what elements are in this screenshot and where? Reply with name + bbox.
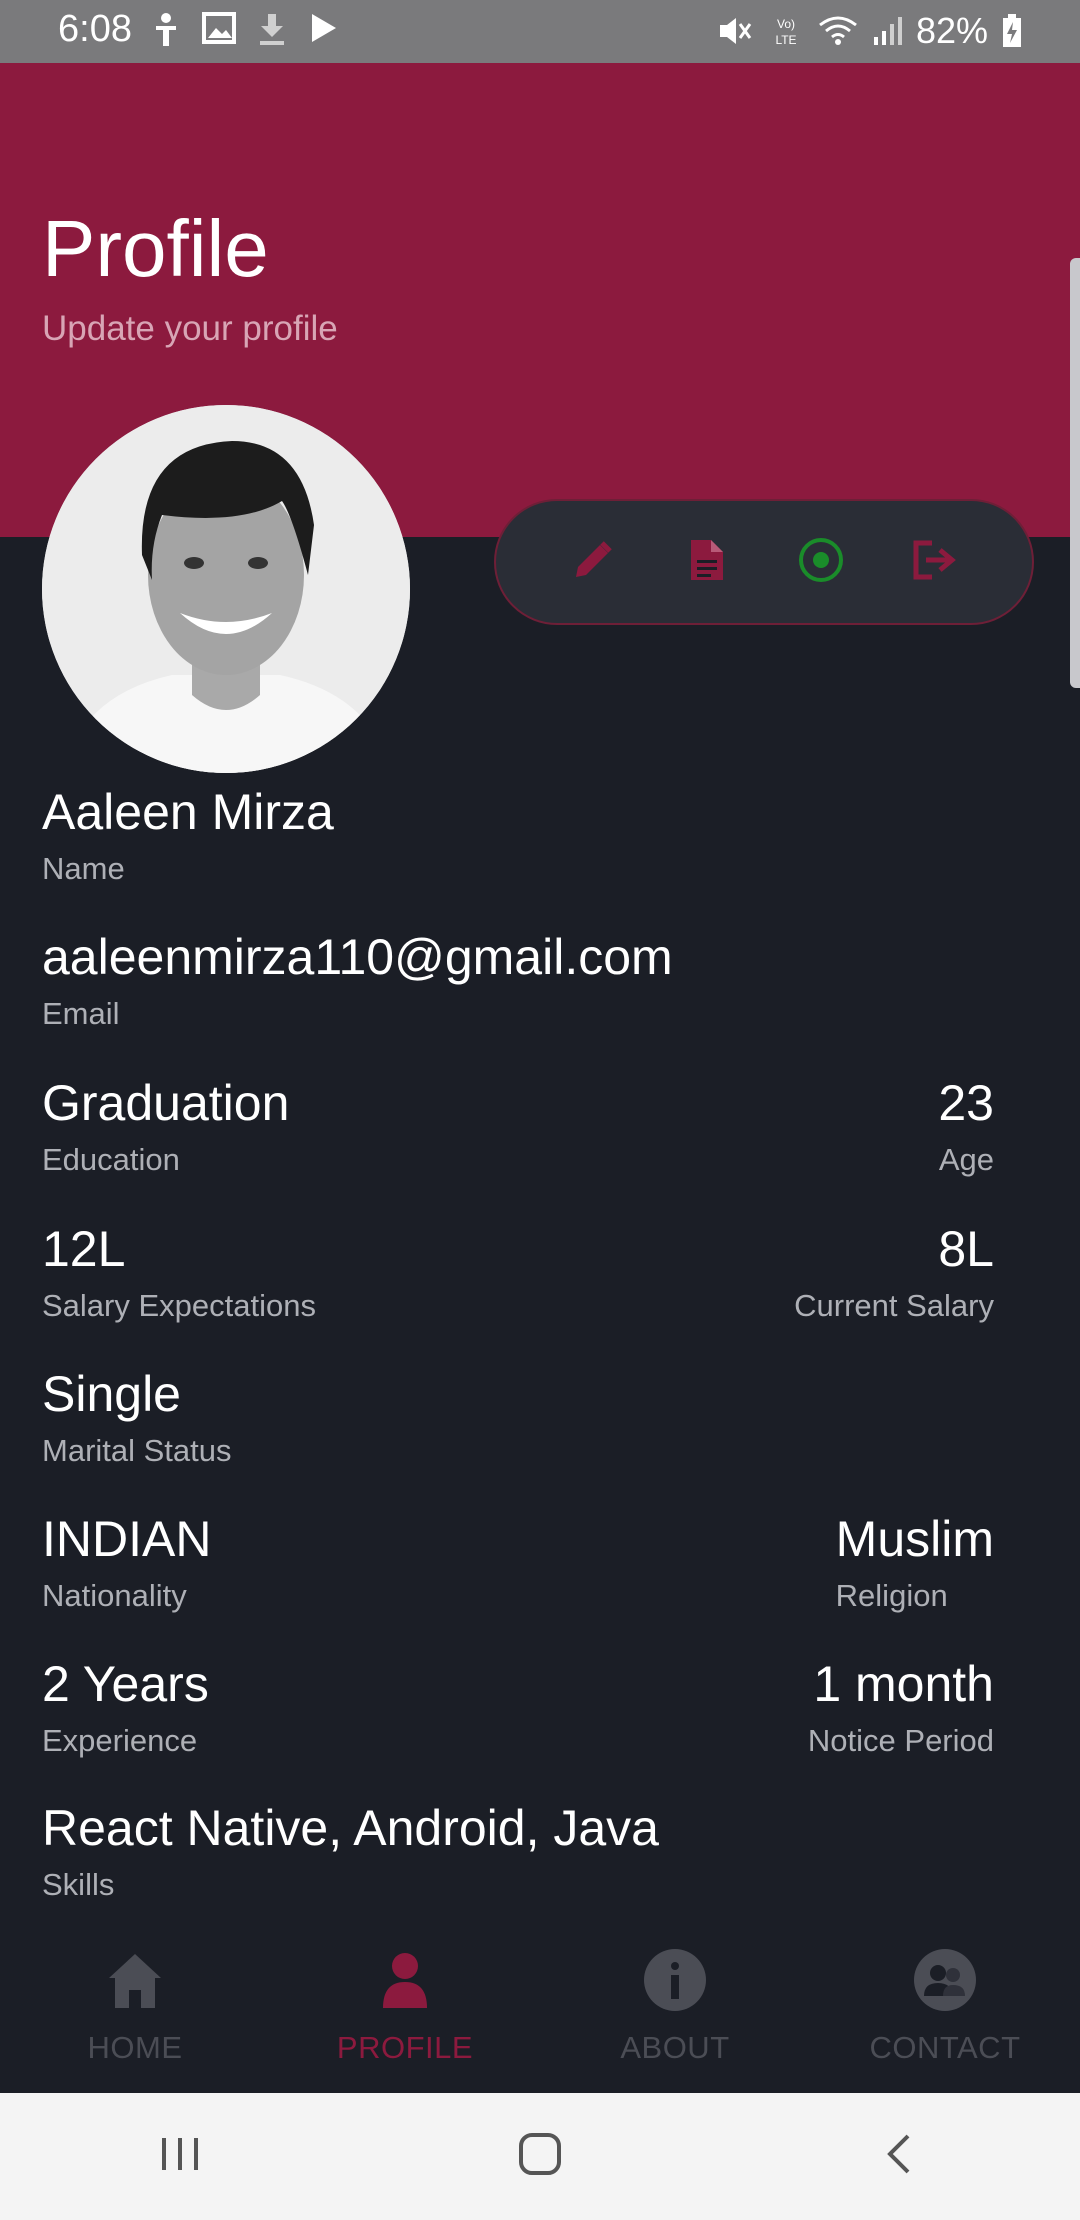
accessibility-icon (152, 12, 180, 48)
page-subtitle: Update your profile (42, 309, 338, 348)
nationality-label: Nationality (42, 1578, 187, 1613)
education-label: Education (42, 1142, 180, 1177)
name-value: Aaleen Mirza (42, 784, 334, 840)
back-icon (882, 2132, 918, 2181)
notice-period-label: Notice Period (807, 1723, 994, 1758)
notice-period-field: 1 month Notice Period (808, 1659, 994, 1756)
age-field: 23 Age (938, 1078, 994, 1175)
avatar-photo (42, 405, 410, 773)
profile-actions (494, 499, 1034, 625)
age-label: Age (938, 1142, 994, 1177)
nationality-value: INDIAN (42, 1511, 212, 1567)
bottom-nav: HOME PROFILE ABOUT CONTACT (0, 1930, 1080, 2093)
person-icon (373, 1948, 437, 2012)
nav-label-contact: CONTACT (869, 2030, 1021, 2065)
home-icon (103, 1948, 167, 2012)
experience-field: 2 Years Experience (42, 1659, 209, 1756)
marital-status-value: Single (42, 1366, 181, 1422)
religion-field: Muslim Religion (836, 1514, 994, 1611)
religion-label: Religion (835, 1578, 948, 1613)
back-button[interactable] (855, 2112, 945, 2202)
nationality-field: INDIAN Nationality (42, 1514, 211, 1611)
home-button-icon (516, 2130, 564, 2183)
age-value: 23 (938, 1075, 994, 1131)
recents-button[interactable] (135, 2112, 225, 2202)
education-value: Graduation (42, 1075, 290, 1131)
marital-status-label: Marital Status (42, 1433, 232, 1468)
radio-dot-icon (797, 536, 845, 589)
battery-percent: 82% (915, 10, 988, 51)
status-button[interactable] (785, 526, 857, 598)
info-icon (643, 1948, 707, 2012)
recents-icon (158, 2134, 202, 2179)
avatar[interactable] (42, 405, 410, 773)
wifi-icon (818, 15, 858, 47)
scrollbar[interactable] (1070, 258, 1080, 688)
status-left-icons (152, 12, 340, 48)
email-label: Email (42, 996, 120, 1031)
status-bar: 6:08 Vo) LTE 82% (0, 0, 1080, 63)
svg-text:LTE: LTE (775, 33, 796, 47)
salary-expectations-value: 12L (42, 1221, 126, 1277)
download-icon (258, 12, 286, 48)
marital-status-field: Single Marital Status (42, 1369, 232, 1466)
status-time: 6:08 (58, 8, 132, 50)
name-field: Aaleen Mirza Name (42, 787, 334, 884)
salary-expectations-label: Salary Expectations (42, 1288, 316, 1323)
logout-icon (912, 539, 958, 586)
signal-icon (872, 15, 902, 47)
mute-icon (718, 15, 754, 47)
home-button[interactable] (495, 2112, 585, 2202)
play-store-icon (308, 12, 340, 48)
religion-value: Muslim (835, 1511, 994, 1567)
skills-value: React Native, Android, Java (42, 1800, 659, 1856)
edit-button[interactable] (557, 526, 629, 598)
svg-text:Vo): Vo) (777, 17, 795, 31)
name-label: Name (42, 851, 125, 886)
contacts-icon (913, 1948, 977, 2012)
experience-label: Experience (42, 1723, 198, 1758)
nav-item-about[interactable]: ABOUT (540, 1930, 810, 2093)
resume-button[interactable] (671, 526, 743, 598)
experience-value: 2 Years (42, 1656, 209, 1712)
battery-charging-icon (1002, 14, 1022, 48)
email-field: aaleenmirza110@gmail.com Email (42, 932, 673, 1029)
current-salary-label: Current Salary (794, 1288, 994, 1323)
volte-icon: Vo) LTE (768, 15, 804, 47)
nav-label-about: ABOUT (620, 2030, 730, 2065)
salary-expectations-field: 12L Salary Expectations (42, 1224, 316, 1321)
document-icon (689, 538, 725, 587)
nav-label-profile: PROFILE (336, 2030, 474, 2065)
status-right-icons: Vo) LTE 82% (718, 10, 1022, 52)
nav-item-profile[interactable]: PROFILE (270, 1930, 540, 2093)
current-salary-field: 8L Current Salary (794, 1224, 994, 1321)
skills-label: Skills (42, 1867, 115, 1902)
logout-button[interactable] (899, 526, 971, 598)
nav-label-home: HOME (87, 2030, 183, 2065)
email-value: aaleenmirza110@gmail.com (42, 929, 673, 985)
current-salary-value: 8L (938, 1221, 994, 1277)
notice-period-value: 1 month (813, 1656, 994, 1712)
skills-field: React Native, Android, Java Skills (42, 1803, 659, 1900)
education-field: Graduation Education (42, 1078, 289, 1175)
nav-item-contact[interactable]: CONTACT (810, 1930, 1080, 2093)
pencil-icon (572, 539, 614, 586)
system-nav-bar (0, 2093, 1080, 2220)
nav-item-home[interactable]: HOME (0, 1930, 270, 2093)
page-title: Profile (42, 204, 269, 293)
image-icon (202, 12, 236, 48)
